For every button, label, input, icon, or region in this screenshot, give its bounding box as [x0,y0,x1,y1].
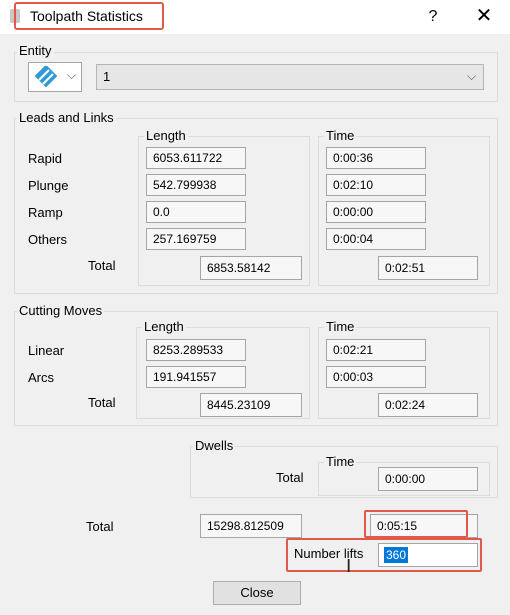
close-window-button[interactable]: ✕ [470,4,498,28]
row-label-linear: Linear [28,343,65,358]
cutting-total-label: Total [88,395,116,410]
row-label-ramp: Ramp [28,205,63,220]
chevron-down-icon: ⌵ [467,69,477,83]
leads-total-length-field: 6853.58142 [200,256,302,280]
window-title: Toolpath Statistics [30,8,143,24]
rapid-time-field: 0:00:36 [326,147,426,169]
dwells-title: Dwells [193,438,236,453]
others-time-field: 0:00:04 [326,228,426,250]
row-label-others: Others [28,232,68,247]
entity-select-value: 1 [103,69,111,84]
cutting-length-header: Length [142,319,186,334]
text-cursor-icon: Ⅰ [346,556,352,576]
plunge-time-field: 0:02:10 [326,174,426,196]
grand-total-label: Total [86,519,114,534]
toolpath-icon [33,64,59,91]
dwells-total-label: Total [276,470,304,485]
leads-total-label: Total [88,258,116,273]
others-length-field: 257.169759 [146,228,246,250]
row-label-rapid: Rapid [28,151,62,166]
leads-total-time-field: 0:02:51 [378,256,478,280]
grand-total-time-highlight [364,510,468,538]
grand-total-length-field: 15298.812509 [200,514,302,538]
number-lifts-value: 360 [384,547,409,563]
linear-time-field: 0:02:21 [326,339,426,361]
leads-length-header: Length [144,128,188,143]
cutting-moves-title: Cutting Moves [17,303,105,318]
chevron-down-icon: ⌵ [67,68,77,82]
dwells-time-header: Time [324,454,357,469]
ramp-length-field: 0.0 [146,201,246,223]
help-button[interactable]: ? [420,6,446,28]
row-label-arcs: Arcs [28,370,54,385]
dwells-total-time-field: 0:00:00 [378,467,478,491]
plunge-length-field: 542.799938 [146,174,246,196]
entity-select[interactable]: 1 ⌵ [96,64,484,90]
row-label-plunge: Plunge [28,178,69,193]
leads-links-title: Leads and Links [17,110,116,125]
entity-group-title: Entity [17,43,54,58]
cutting-total-time-field: 0:02:24 [378,393,478,417]
ramp-time-field: 0:00:00 [326,201,426,223]
cutting-time-header: Time [324,319,357,334]
close-button[interactable]: Close [213,581,301,605]
number-lifts-field[interactable]: 360 [378,543,478,567]
arcs-time-field: 0:00:03 [326,366,426,388]
linear-length-field: 8253.289533 [146,339,246,361]
number-lifts-label: Number lifts [294,546,364,561]
arcs-length-field: 191.941557 [146,366,246,388]
leads-time-header: Time [324,128,357,143]
rapid-length-field: 6053.611722 [146,147,246,169]
entity-type-dropdown[interactable]: ⌵ [28,62,82,92]
cutting-total-length-field: 8445.23109 [200,393,302,417]
